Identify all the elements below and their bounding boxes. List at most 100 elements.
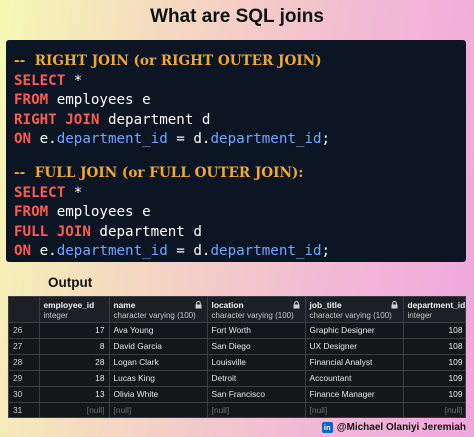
row-number: 29 bbox=[9, 370, 40, 387]
cell-job-title[interactable]: UX Designer bbox=[305, 338, 404, 355]
author-name: @Michael Olaniyi Jeremiah bbox=[336, 421, 466, 433]
cell-job-title[interactable]: Finance Manager bbox=[305, 386, 404, 403]
column-name: department_id bbox=[56, 131, 168, 148]
keyword: ON bbox=[14, 131, 32, 148]
code-text: * bbox=[65, 72, 83, 89]
cell-employee-id[interactable]: 18 bbox=[39, 370, 110, 387]
code-line: ON e.department_id = d.department_id; bbox=[14, 242, 466, 262]
column-type: character varying (100) bbox=[113, 311, 196, 320]
code-block: -- RIGHT JOIN (or RIGHT OUTER JOIN) SELE… bbox=[6, 40, 466, 262]
code-text: = d. bbox=[167, 131, 211, 148]
column-header-job-title[interactable]: job_title character varying (100) bbox=[305, 297, 404, 323]
table-row[interactable]: 30 13 Olivia White San Francisco Finance… bbox=[9, 386, 465, 403]
cell-name[interactable]: Olivia White bbox=[109, 386, 208, 403]
lock-icon bbox=[195, 301, 201, 309]
table-row[interactable]: 26 17 Ava Young Fort Worth Graphic Desig… bbox=[9, 322, 465, 339]
cell-employee-id[interactable]: 8 bbox=[39, 338, 110, 355]
row-number: 28 bbox=[9, 354, 40, 371]
column-type: character varying (100) bbox=[309, 311, 392, 320]
keyword: SELECT bbox=[14, 72, 66, 89]
code-line: SELECT * bbox=[14, 184, 466, 204]
page-title: What are SQL joins bbox=[150, 6, 324, 27]
column-name: department_id bbox=[407, 300, 466, 310]
table-row[interactable]: 29 18 Lucas King Detroit Accountant 109 bbox=[9, 370, 465, 387]
keyword: FULL JOIN bbox=[14, 223, 91, 240]
code-line: ON e.department_id = d.department_id; bbox=[14, 130, 466, 150]
result-grid[interactable]: employee_id integer name character varyi… bbox=[8, 296, 466, 418]
cell-name[interactable]: Ava Young bbox=[109, 322, 208, 339]
lock-icon bbox=[391, 301, 397, 309]
code-text: employees e bbox=[48, 204, 151, 221]
row-number: 27 bbox=[9, 338, 40, 355]
cell-employee-id[interactable]: 28 bbox=[39, 354, 110, 371]
column-name: job_title bbox=[309, 300, 342, 310]
cell-location[interactable]: [null] bbox=[207, 402, 306, 417]
cell-department-id[interactable]: 108 bbox=[403, 338, 465, 355]
row-number: 30 bbox=[9, 386, 40, 403]
output-label: Output bbox=[48, 275, 93, 290]
column-name: department_id bbox=[210, 243, 322, 260]
cell-employee-id[interactable]: 17 bbox=[39, 322, 110, 339]
cell-department-id[interactable]: 109 bbox=[403, 386, 465, 403]
comment-right-join: -- RIGHT JOIN (or RIGHT OUTER JOIN) bbox=[14, 53, 322, 69]
code-text: e. bbox=[31, 243, 57, 260]
cell-department-id[interactable]: 108 bbox=[403, 322, 465, 339]
code-line: -- FULL JOIN (or FULL OUTER JOIN): bbox=[14, 164, 466, 184]
cell-location[interactable]: Detroit bbox=[207, 370, 306, 387]
cell-employee-id[interactable]: 13 bbox=[39, 386, 110, 403]
code-text: * bbox=[65, 184, 83, 201]
code-line: FROM employees e bbox=[14, 91, 466, 111]
author-credit: in @Michael Olaniyi Jeremiah bbox=[321, 420, 466, 434]
code-line: -- RIGHT JOIN (or RIGHT OUTER JOIN) bbox=[14, 52, 466, 72]
cell-department-id[interactable]: 109 bbox=[403, 370, 465, 387]
code-text: department d bbox=[90, 223, 202, 240]
cell-name[interactable]: Lucas King bbox=[109, 370, 208, 387]
row-number: 26 bbox=[9, 322, 40, 339]
code-line: FROM employees e bbox=[14, 203, 466, 223]
cell-job-title[interactable]: Graphic Designer bbox=[305, 322, 404, 339]
table-row[interactable]: 27 8 David Garcia San Diego UX Designer … bbox=[9, 338, 465, 355]
cell-location[interactable]: San Diego bbox=[207, 338, 306, 355]
column-name: name bbox=[113, 300, 136, 310]
column-name: location bbox=[211, 300, 244, 310]
column-type: integer bbox=[407, 311, 432, 320]
code-text: ; bbox=[321, 131, 331, 148]
column-header-name[interactable]: name character varying (100) bbox=[109, 297, 208, 323]
cell-department-id[interactable]: 109 bbox=[403, 354, 465, 371]
code-line: FULL JOIN department d bbox=[14, 223, 466, 243]
cell-location[interactable]: San Francisco bbox=[207, 386, 306, 403]
column-name: department_id bbox=[56, 243, 168, 260]
cell-location[interactable]: Louisville bbox=[207, 354, 306, 371]
column-name: department_id bbox=[210, 131, 322, 148]
cell-name[interactable]: [null] bbox=[109, 402, 208, 417]
code-text: employees e bbox=[48, 92, 151, 109]
keyword: SELECT bbox=[14, 184, 66, 201]
keyword: ON bbox=[14, 243, 32, 260]
column-type: integer bbox=[43, 311, 68, 320]
cell-location[interactable]: Fort Worth bbox=[207, 322, 306, 339]
code-text: ; bbox=[321, 243, 331, 260]
code-line: SELECT * bbox=[14, 72, 466, 92]
column-header-employee-id[interactable]: employee_id integer bbox=[39, 297, 110, 323]
lock-icon bbox=[293, 301, 299, 309]
column-type: character varying (100) bbox=[211, 311, 294, 320]
row-number-header[interactable] bbox=[9, 297, 40, 323]
column-header-department-id[interactable]: department_id integer bbox=[403, 297, 466, 323]
table-row[interactable]: 28 28 Logan Clark Louisville Financial A… bbox=[9, 354, 465, 371]
column-header-location[interactable]: location character varying (100) bbox=[207, 297, 306, 323]
cell-job-title[interactable]: Financial Analyst bbox=[305, 354, 404, 371]
column-name: employee_id bbox=[43, 300, 95, 310]
cell-name[interactable]: Logan Clark bbox=[109, 354, 208, 371]
result-table: employee_id integer name character varyi… bbox=[9, 297, 466, 417]
code-text: e. bbox=[31, 131, 57, 148]
row-number: 31 bbox=[9, 402, 40, 417]
cell-name[interactable]: David Garcia bbox=[109, 338, 208, 355]
comment-full-join: -- FULL JOIN (or FULL OUTER JOIN): bbox=[14, 164, 304, 181]
code-text: = d. bbox=[167, 243, 211, 260]
cell-job-title[interactable]: [null] bbox=[305, 402, 404, 417]
code-line: RIGHT JOIN department d bbox=[14, 111, 466, 131]
cell-employee-id[interactable]: [null] bbox=[39, 402, 110, 417]
table-row[interactable]: 31 [null] [null] [null] [null] [null] bbox=[9, 402, 465, 417]
cell-department-id[interactable]: [null] bbox=[403, 402, 465, 417]
cell-job-title[interactable]: Accountant bbox=[305, 370, 404, 387]
